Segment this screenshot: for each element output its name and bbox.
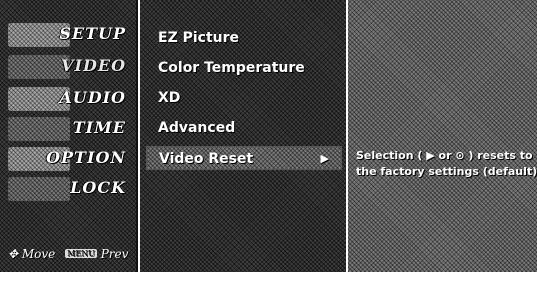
info-text: Selection ( ▶ or ⊙ ) resets to the facto… [356,148,537,180]
menu-item-label: VIDEO [61,56,126,75]
lock-thumbnail-icon [8,177,70,201]
submenu-item-advanced[interactable]: Advanced [146,116,342,140]
prev-hint-label: Prev [100,246,129,261]
submenu-item-ez-picture[interactable]: EZ Picture [146,26,342,50]
info-line-1: Selection ( ▶ or ⊙ ) resets to [356,149,533,162]
info-panel: Selection ( ▶ or ⊙ ) resets to the facto… [346,0,537,272]
main-menu-panel: SETUP VIDEO AUDIO TIME OPTION LOCK ✥ Mov… [0,0,138,272]
navigation-help: ✥ Move MENU Prev [8,246,132,266]
submenu-item-label: Video Reset [159,151,254,167]
submenu-item-label: XD [158,90,181,106]
submenu-item-xd[interactable]: XD [146,86,342,110]
menu-item-video[interactable]: VIDEO [6,54,130,80]
menu-item-label: AUDIO [59,88,126,107]
submenu-item-video-reset[interactable]: Video Reset ▶ [146,146,342,170]
menu-key-icon: MENU [65,249,97,258]
menu-item-label: TIME [72,118,126,137]
menu-item-lock[interactable]: LOCK [6,176,130,202]
bottom-margin [0,272,537,300]
submenu-item-label: Color Temperature [158,60,305,76]
menu-item-label: OPTION [46,148,126,167]
menu-item-label: SETUP [59,24,126,43]
dpad-icon: ✥ [8,246,19,261]
submenu-item-label: EZ Picture [158,30,240,46]
submenu-item-color-temperature[interactable]: Color Temperature [146,56,342,80]
menu-item-option[interactable]: OPTION [6,146,130,172]
menu-item-audio[interactable]: AUDIO [6,86,130,112]
menu-item-time[interactable]: TIME [6,116,130,142]
info-line-2: the factory settings (default). [356,165,537,178]
menu-item-setup[interactable]: SETUP [6,22,130,48]
submenu-item-label: Advanced [158,120,236,136]
menu-item-label: LOCK [70,178,126,197]
time-thumbnail-icon [8,117,70,141]
submenu-panel: EZ Picture Color Temperature XD Advanced… [138,0,348,272]
right-triangle-icon: ▶ [320,152,329,165]
move-hint-label: Move [21,246,56,261]
